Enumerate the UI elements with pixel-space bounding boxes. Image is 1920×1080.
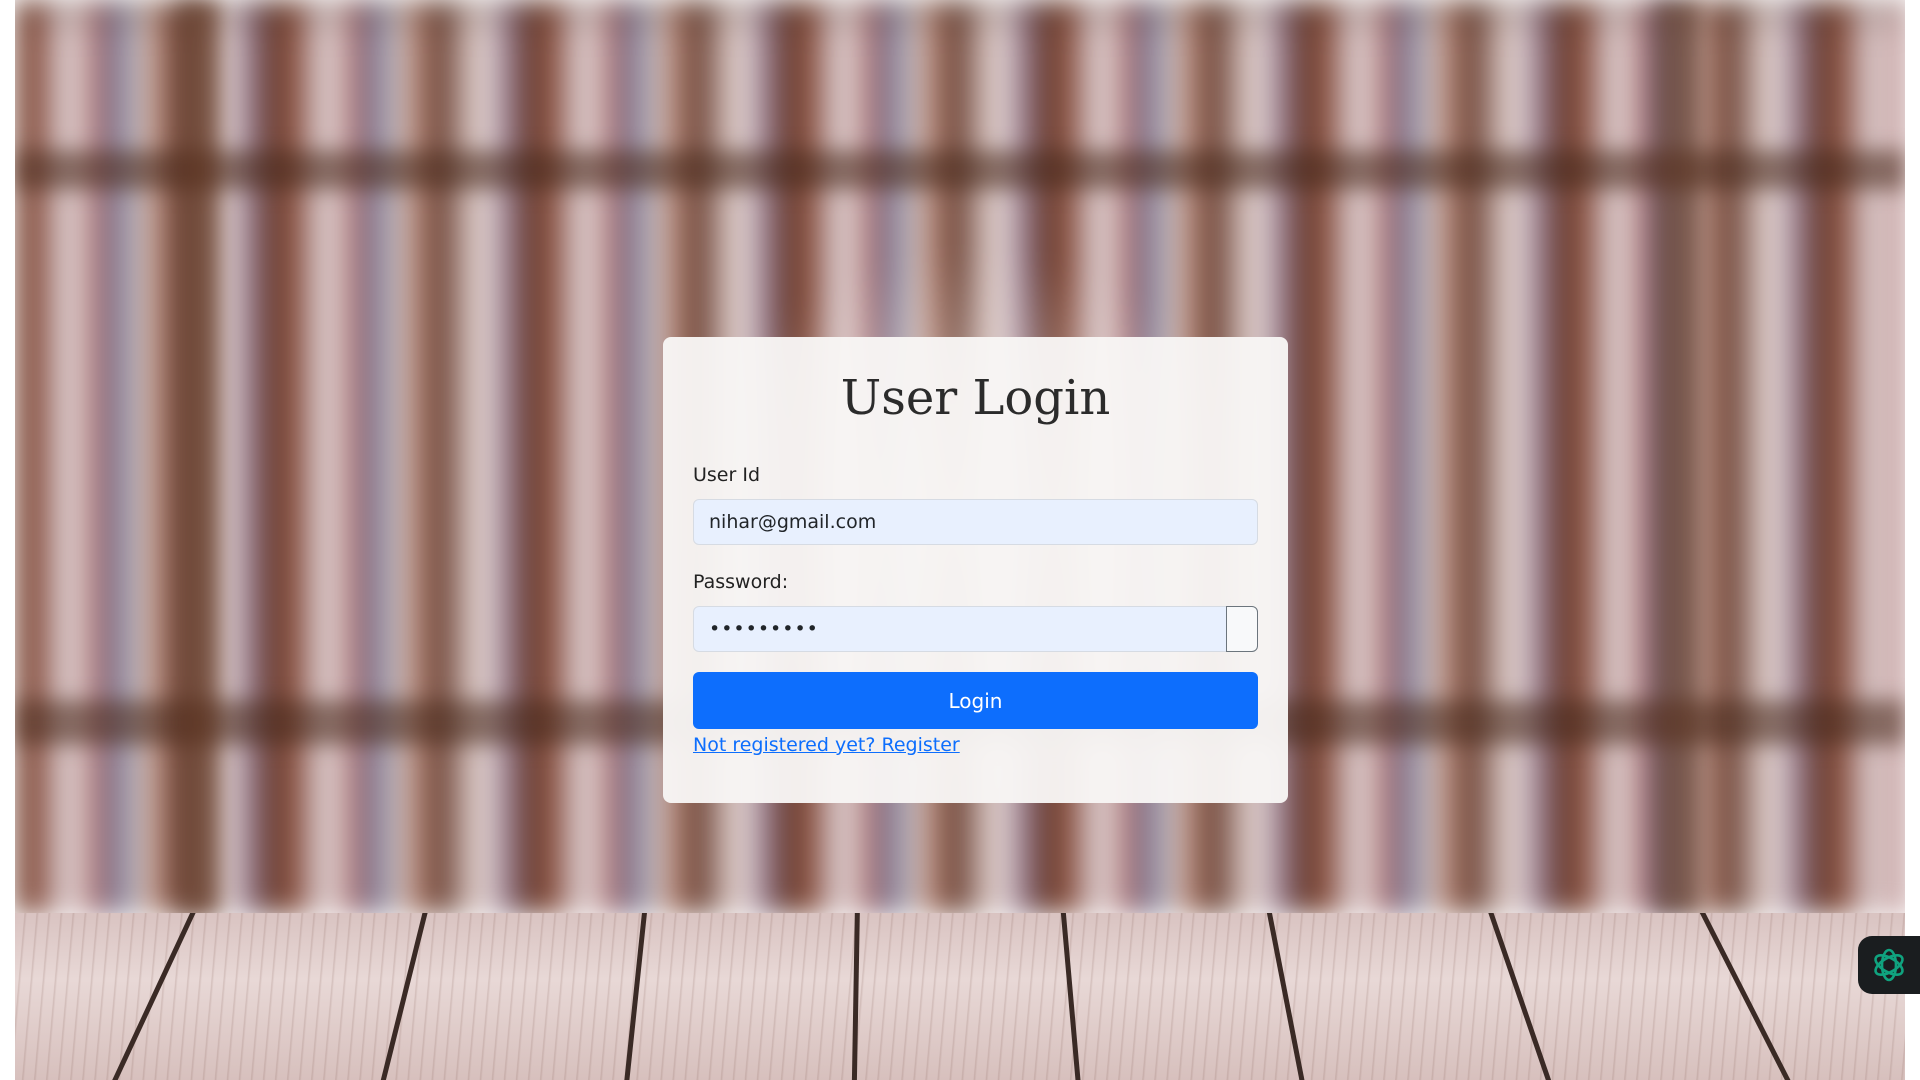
wooden-floor: [15, 913, 1905, 1080]
user-id-label: User Id: [693, 464, 761, 486]
password-label: Password:: [693, 571, 789, 593]
assistant-widget-button[interactable]: [1858, 936, 1920, 994]
openai-knot-icon: [1874, 948, 1904, 982]
login-page: User Login User Id Password: Login Not r…: [15, 0, 1905, 1080]
background-shelf: [15, 150, 1905, 190]
password-input[interactable]: [693, 606, 1228, 652]
background-post: [180, 0, 220, 915]
page-title: User Login: [840, 370, 1111, 426]
user-id-input[interactable]: [693, 499, 1258, 545]
background-post: [1655, 0, 1700, 915]
login-card: User Login User Id Password: Login Not r…: [663, 337, 1288, 803]
password-toggle-button[interactable]: [1226, 606, 1258, 652]
login-button[interactable]: Login: [693, 672, 1258, 729]
register-link[interactable]: Not registered yet? Register: [693, 734, 960, 756]
password-group: [693, 606, 1258, 652]
